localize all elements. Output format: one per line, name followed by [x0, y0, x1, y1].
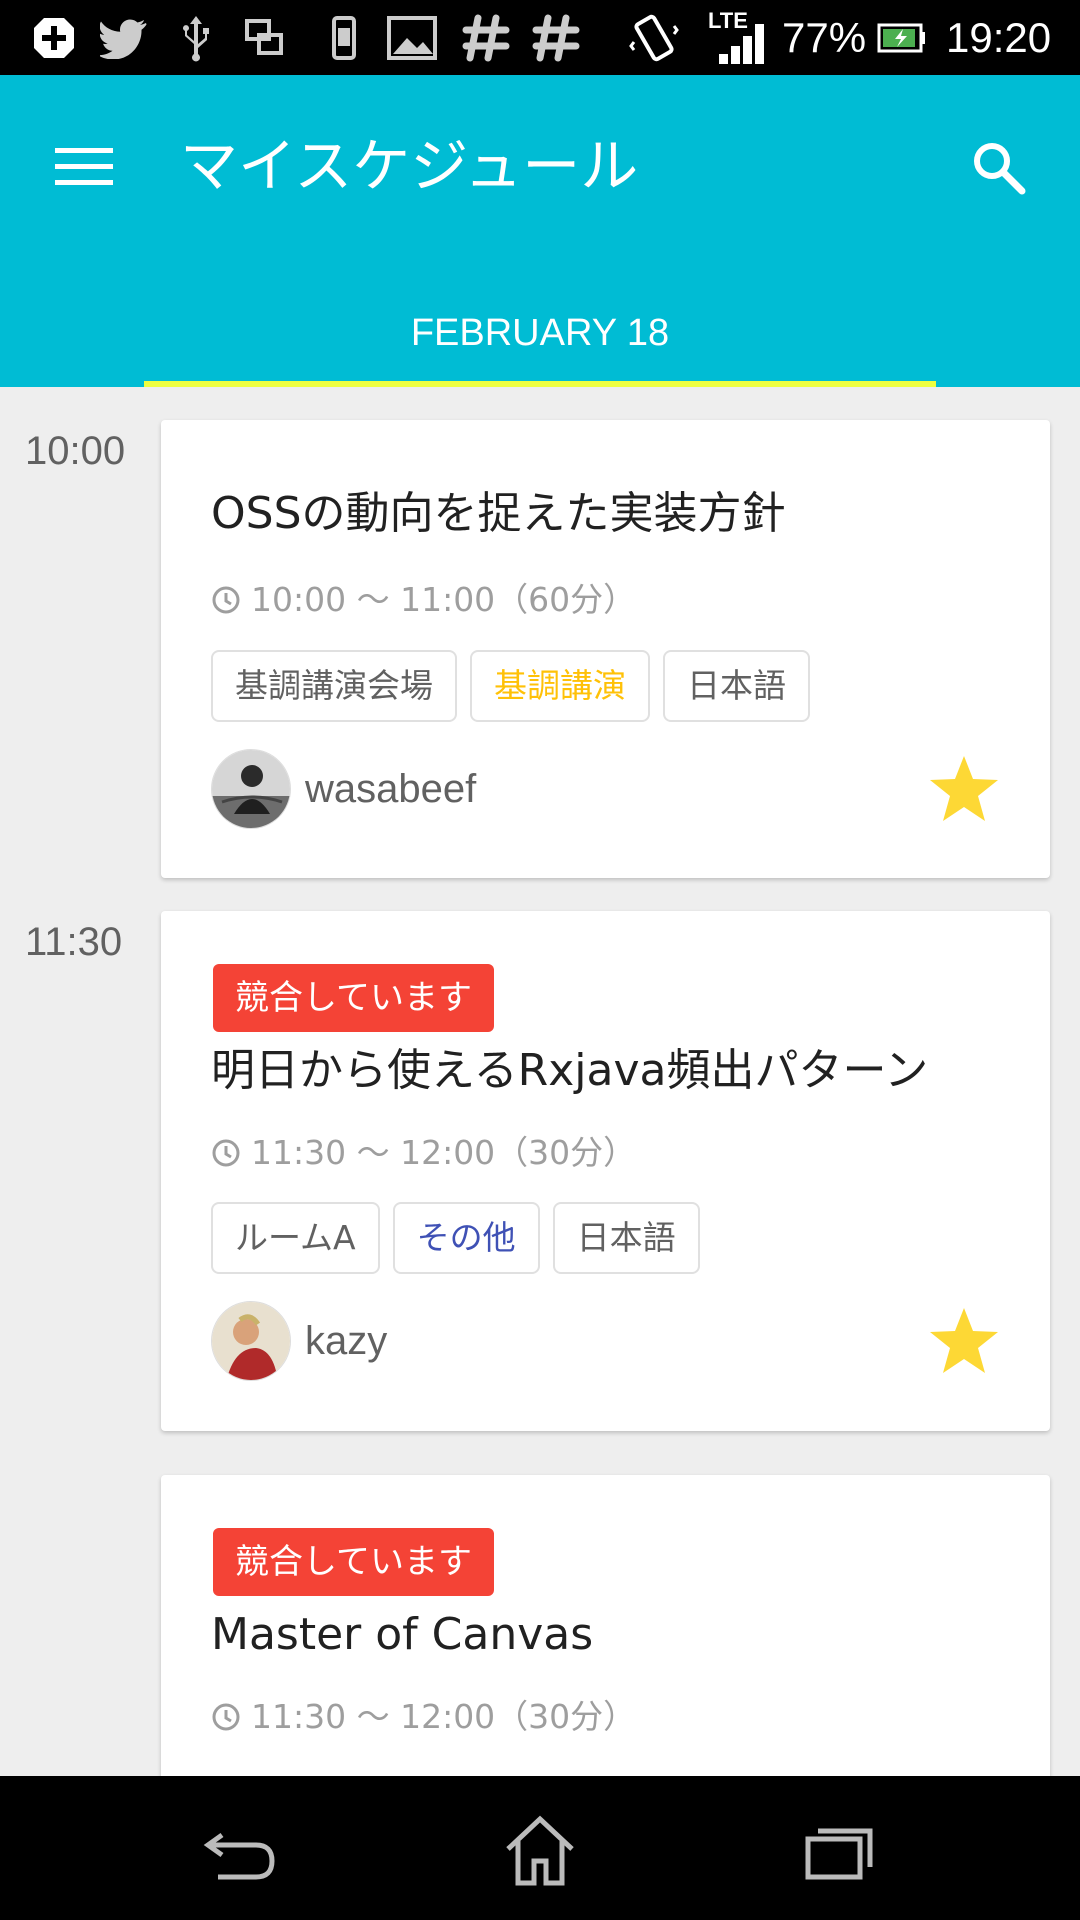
tag-list: 基調講演会場 基調講演 日本語	[211, 650, 810, 722]
back-icon	[203, 1832, 275, 1880]
session-time-text: 11:30 〜 12:00（30分）	[251, 1133, 637, 1172]
session-time: 10:00 〜 11:00（60分）	[211, 576, 636, 624]
status-bar: LTE 77% 19:20	[0, 0, 1080, 75]
speaker[interactable]: wasabeef	[211, 749, 476, 829]
session-title: OSSの動向を捉えた実装方針	[211, 488, 786, 539]
back-button[interactable]	[190, 1806, 290, 1896]
favorite-button[interactable]	[924, 749, 1004, 829]
speaker-name: kazy	[305, 1318, 388, 1363]
session-time: 11:30 〜 12:00（30分）	[211, 1129, 636, 1177]
plus-notification-icon	[28, 12, 80, 64]
usb-icon	[170, 12, 222, 64]
time-slot-label: 10:00	[25, 429, 126, 473]
session-time-text: 10:00 〜 11:00（60分）	[251, 580, 637, 619]
screen-mirror-icon	[238, 12, 290, 64]
slack-icon-2	[530, 12, 582, 64]
recents-button[interactable]	[790, 1806, 890, 1896]
conflict-badge: 競合しています	[213, 964, 494, 1032]
speaker-name: wasabeef	[305, 766, 477, 811]
clock-icon	[211, 1138, 241, 1168]
tag-room[interactable]: ルームA	[211, 1202, 380, 1274]
favorite-button[interactable]	[924, 1301, 1004, 1381]
recents-icon	[805, 1828, 873, 1880]
speaker[interactable]: kazy	[211, 1301, 387, 1381]
clock-icon	[211, 585, 241, 615]
search-icon	[974, 143, 1026, 195]
avatar	[211, 1301, 291, 1381]
home-button[interactable]	[490, 1806, 590, 1896]
search-button[interactable]	[954, 123, 1042, 211]
twitter-icon	[98, 12, 150, 64]
tag-language[interactable]: 日本語	[552, 1202, 700, 1274]
system-nav-bar	[0, 1776, 1080, 1920]
tag-category[interactable]: その他	[392, 1202, 540, 1274]
tab-february-18[interactable]: FEBRUARY 18	[144, 275, 936, 387]
clock-time: 19:20	[946, 14, 1052, 61]
menu-button[interactable]	[40, 123, 128, 211]
battery-icon	[876, 12, 926, 64]
schedule-list[interactable]: 10:00 OSSの動向を捉えた実装方針 10:00 〜 11:00（60分） …	[0, 387, 1080, 1776]
star-icon	[930, 1308, 998, 1373]
menu-icon	[55, 148, 113, 185]
session-title: Master of Canvas	[211, 1609, 594, 1660]
tab-label: FEBRUARY 18	[410, 312, 670, 354]
signal-icon	[716, 16, 768, 68]
conflict-badge: 競合しています	[213, 1528, 494, 1596]
tag-language[interactable]: 日本語	[663, 650, 810, 722]
tag-room[interactable]: 基調講演会場	[211, 650, 457, 722]
device-icon	[318, 12, 370, 64]
session-title: 明日から使えるRxjava頻出パターン	[211, 1045, 929, 1096]
session-card[interactable]: 競合しています Master of Canvas 11:30 〜 12:00（3…	[161, 1475, 1050, 1776]
page-title: マイスケジュール	[180, 132, 639, 200]
image-icon	[386, 12, 438, 64]
session-time-text: 11:30 〜 12:00（30分）	[251, 1697, 637, 1736]
slack-icon	[460, 12, 512, 64]
session-time: 11:30 〜 12:00（30分）	[211, 1693, 636, 1741]
clock-icon	[211, 1702, 241, 1732]
tag-category[interactable]: 基調講演	[470, 650, 650, 722]
session-card[interactable]: OSSの動向を捉えた実装方針 10:00 〜 11:00（60分） 基調講演会場…	[161, 420, 1050, 878]
time-slot-label: 11:30	[25, 920, 123, 964]
avatar	[211, 749, 291, 829]
session-card[interactable]: 競合しています 明日から使えるRxjava頻出パターン 11:30 〜 12:0…	[161, 911, 1050, 1431]
battery-percent: 77%	[782, 14, 867, 61]
app-toolbar: マイスケジュール FEBRUARY 18	[0, 75, 1080, 387]
star-icon	[930, 756, 998, 821]
home-icon	[506, 1815, 574, 1886]
vibrate-icon	[628, 12, 680, 64]
tag-list: ルームA その他 日本語	[211, 1202, 700, 1274]
